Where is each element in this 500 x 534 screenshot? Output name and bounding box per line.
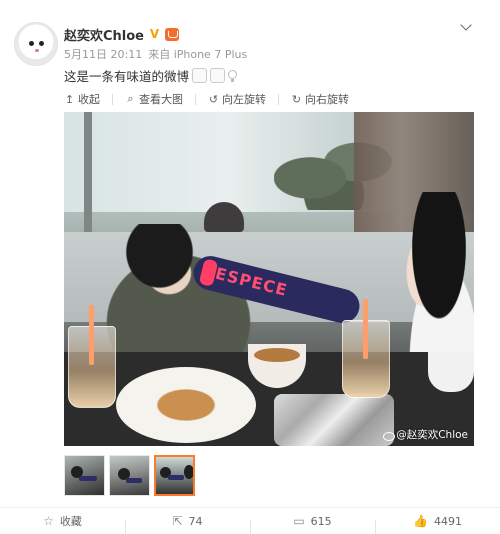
photo-pillar (84, 112, 92, 232)
photo-cup-right (342, 299, 390, 398)
rotate-right-icon: ↻ (291, 92, 302, 106)
toolbar-divider (112, 93, 113, 105)
thumbnail-arm (126, 478, 142, 483)
post-source: 来自 iPhone 7 Plus (148, 48, 248, 61)
photo-plate (116, 367, 256, 443)
thumbnail-3-selected[interactable] (154, 455, 195, 496)
post-photo[interactable]: ESPECE @赵奕欢Chloe (64, 112, 474, 446)
like-count: 4491 (433, 514, 462, 528)
favorite-label: 收藏 (59, 515, 82, 528)
comment-icon: ▭ (293, 514, 305, 528)
member-crown-icon[interactable] (165, 27, 179, 41)
photo-foil (274, 394, 394, 446)
thumbnail-1[interactable] (64, 455, 105, 496)
emoji-icon (210, 68, 226, 83)
verified-badge-icon: V (149, 26, 160, 41)
view-large-label: 查看大图 (139, 93, 183, 106)
magnifier-icon: ⌕ (127, 92, 134, 105)
weibo-post-card: 赵奕欢Chloe V 5月11日 20:11 来自 iPhone 7 Plus … (0, 0, 500, 534)
repost-count: 74 (188, 514, 203, 528)
collapse-button[interactable]: ↥ 收起 (64, 91, 100, 107)
post-body: 这是一条有味道的微博 (64, 69, 190, 84)
thumbnail-arm (79, 476, 97, 481)
user-avatar[interactable] (14, 22, 58, 66)
thumbs-up-icon: 👍 (413, 514, 428, 528)
favorite-button[interactable]: ☆ 收藏 (0, 513, 125, 529)
repost-icon: ⇱ (172, 514, 183, 528)
user-line: 赵奕欢Chloe V (64, 25, 179, 44)
bulb-icon (228, 69, 238, 82)
watermark-text: @赵奕欢Chloe (396, 429, 468, 441)
rotate-right-label: 向右旋转 (305, 93, 349, 106)
rotate-left-label: 向左旋转 (222, 93, 266, 106)
thumbnail-figure (184, 465, 193, 479)
action-bar: ☆ 收藏 ⇱ 74 ▭ 615 👍 4491 (0, 508, 500, 534)
post-time[interactable]: 5月11日 20:11 (64, 46, 142, 62)
photo-bowl-2 (428, 352, 474, 392)
photo-straw (89, 305, 94, 365)
photo-watermark: @赵奕欢Chloe (383, 427, 468, 442)
like-button[interactable]: 👍 4491 (375, 514, 500, 534)
thumbnail-arm (168, 475, 184, 480)
rotate-left-button[interactable]: ↺ 向左旋转 (208, 91, 266, 107)
thumbnail-2[interactable] (109, 455, 150, 496)
thumbnail-strip (64, 455, 195, 496)
photo-soup (254, 348, 300, 362)
view-large-button[interactable]: ⌕ 查看大图 (125, 91, 183, 107)
toolbar-divider (278, 93, 279, 105)
weibo-logo-icon (383, 430, 396, 441)
avatar-eye (29, 41, 34, 46)
star-icon: ☆ (43, 514, 54, 528)
photo-straw (363, 299, 368, 359)
repost-button[interactable]: ⇱ 74 (125, 514, 250, 534)
toolbar-divider (195, 93, 196, 105)
rotate-left-icon: ↺ (208, 92, 219, 106)
arrow-up-icon: ↥ (64, 92, 75, 106)
avatar-eye (39, 41, 44, 46)
image-toolbar: ↥ 收起 ⌕ 查看大图 ↺ 向左旋转 ↻ 向右旋转 (64, 88, 474, 110)
post-text: 这是一条有味道的微博 (64, 66, 238, 85)
post-meta: 5月11日 20:11 来自 iPhone 7 Plus (64, 46, 247, 62)
avatar-nose (35, 49, 39, 52)
rotate-right-button[interactable]: ↻ 向右旋转 (291, 91, 349, 107)
collapse-label: 收起 (78, 93, 100, 106)
chevron-down-icon[interactable] (461, 21, 471, 31)
photo-cup-left (68, 305, 116, 408)
emoji-icon (192, 68, 208, 83)
comment-button[interactable]: ▭ 615 (250, 514, 375, 534)
comment-count: 615 (310, 514, 332, 528)
username-link[interactable]: 赵奕欢Chloe (64, 25, 144, 44)
